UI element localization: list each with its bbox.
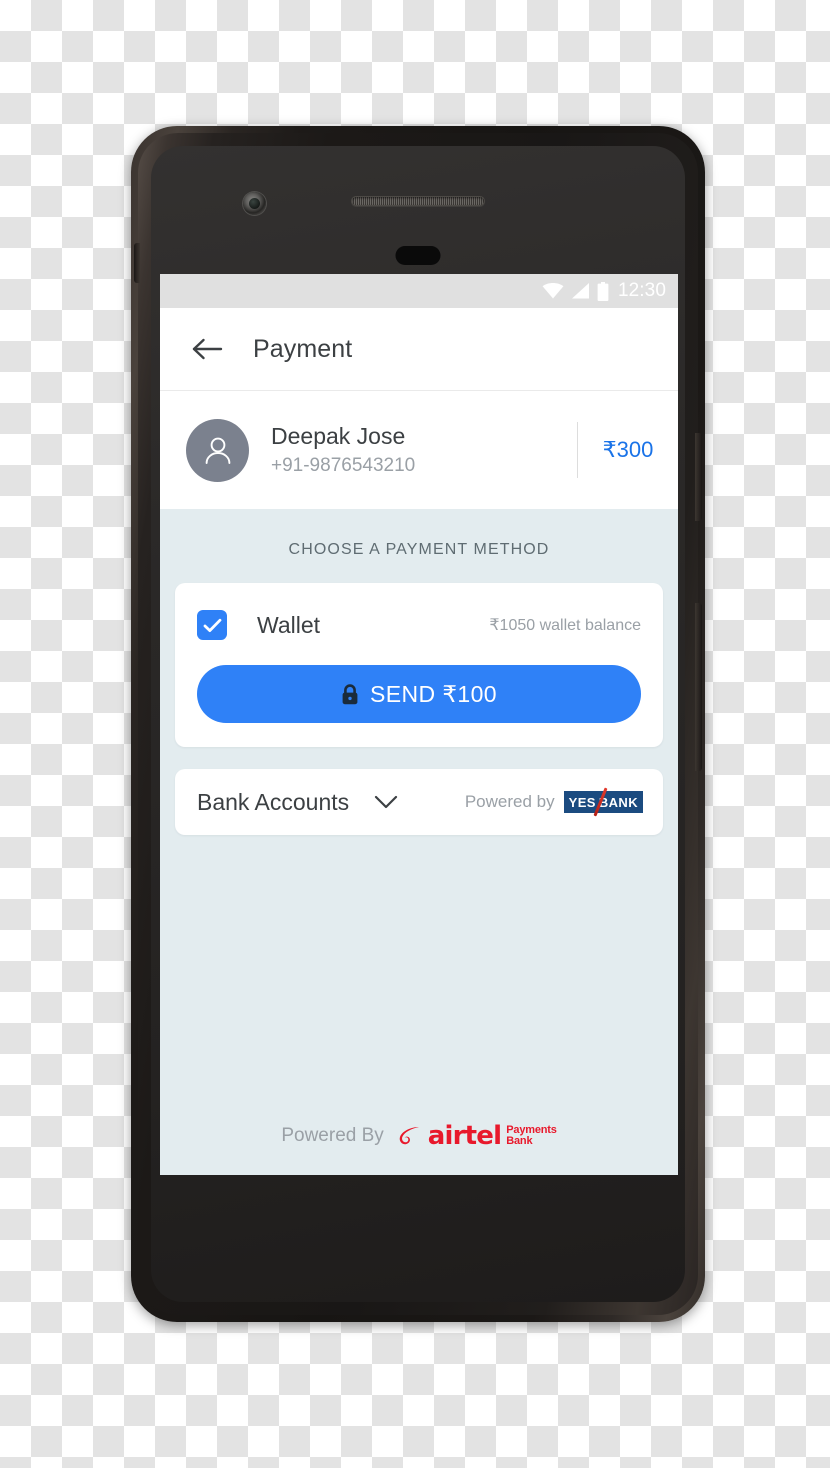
yes-bank-word-yes: YES (568, 794, 596, 810)
phone-front-face: 12:30 Payment Deepak Jose +91-9876543210… (151, 146, 685, 1302)
payments-bank-wordmark: Payments Bank (506, 1125, 557, 1147)
powered-by-label: Powered by (464, 792, 555, 811)
footer: Powered By airtel Payments Bank (160, 1123, 678, 1149)
page-title: Payment (253, 334, 353, 363)
section-title: CHOOSE A PAYMENT METHOD (288, 541, 550, 558)
proximity-sensor (395, 246, 441, 265)
earpiece-speaker (351, 196, 485, 206)
power-button[interactable] (695, 433, 702, 521)
signal-icon (571, 283, 589, 299)
footer-powered-by-label: Powered By (281, 1125, 384, 1146)
payment-body: CHOOSE A PAYMENT METHOD Wallet ₹1050 wal… (160, 509, 678, 1175)
back-arrow-icon[interactable] (192, 337, 223, 361)
recipient-amount: ₹300 (602, 437, 654, 462)
app-bar: Payment (160, 308, 678, 391)
chevron-down-icon[interactable] (373, 794, 399, 810)
send-button-label: SEND ₹100 (370, 680, 497, 707)
wallet-payment-card: Wallet ₹1050 wallet balance SEND ₹100 (175, 583, 663, 747)
battery-icon (597, 281, 609, 301)
recipient-row[interactable]: Deepak Jose +91-9876543210 ₹300 (160, 391, 678, 509)
bank-accounts-label: Bank Accounts (197, 788, 350, 815)
avatar (186, 418, 249, 482)
phone-inner-frame: 12:30 Payment Deepak Jose +91-9876543210… (134, 133, 702, 1315)
yes-bank-word-bank: BANK (598, 794, 638, 810)
recipient-info: Deepak Jose +91-9876543210 (271, 422, 577, 478)
phone-device: 12:30 Payment Deepak Jose +91-9876543210… (131, 126, 705, 1322)
airtel-sub-line2: Bank (506, 1135, 533, 1147)
front-camera-icon (243, 192, 266, 215)
wallet-label: Wallet (257, 611, 321, 638)
camera-lens (249, 198, 260, 209)
recipient-phone: +91-9876543210 (271, 455, 416, 476)
person-avatar-icon (205, 437, 230, 464)
airtel-payments-bank-logo: airtel Payments Bank (397, 1123, 557, 1149)
status-bar-time: 12:30 (617, 280, 666, 301)
check-mark-icon (203, 618, 221, 632)
wallet-row[interactable]: Wallet ₹1050 wallet balance (197, 605, 641, 645)
wallet-balance: ₹1050 wallet balance (489, 617, 641, 634)
recipient-name: Deepak Jose (271, 423, 406, 450)
sim-tray[interactable] (134, 243, 140, 283)
wifi-icon (542, 283, 564, 299)
volume-button[interactable] (695, 603, 702, 771)
send-button[interactable]: SEND ₹100 (197, 665, 641, 723)
status-bar: 12:30 (160, 274, 678, 308)
airtel-swoosh-icon (399, 1127, 419, 1145)
bank-accounts-card[interactable]: Bank Accounts Powered by YES BANK (175, 769, 663, 835)
checkbox-checked-icon[interactable] (197, 610, 227, 640)
airtel-wordmark: airtel (427, 1121, 502, 1151)
yes-bank-logo: YES BANK (563, 787, 643, 817)
powered-by-yes-bank: Powered by YES BANK (464, 787, 643, 817)
phone-screen: 12:30 Payment Deepak Jose +91-9876543210… (160, 274, 678, 1175)
lock-icon (342, 683, 358, 704)
